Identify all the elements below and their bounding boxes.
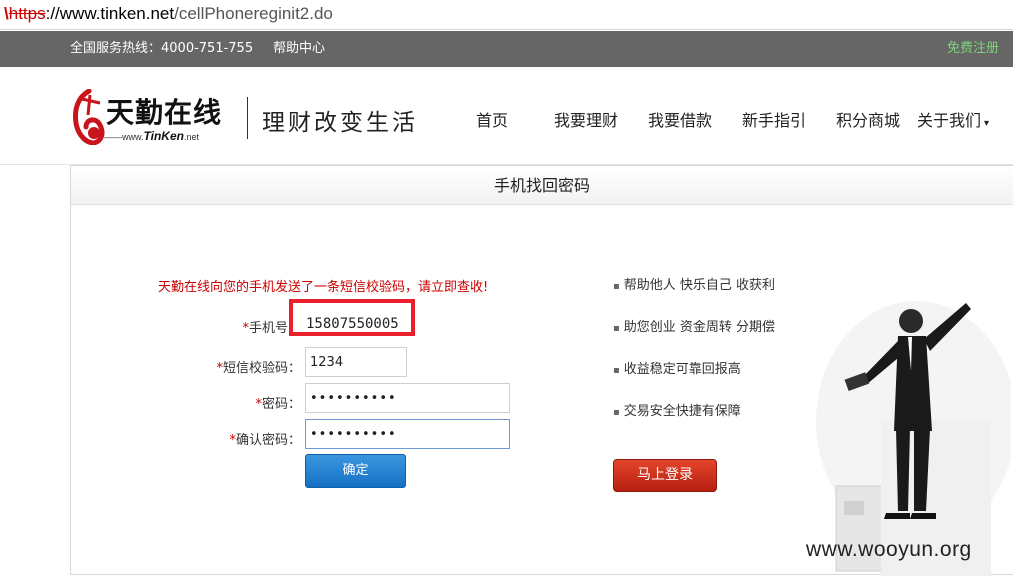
- highlight-box: [289, 299, 415, 336]
- nav-points-mall[interactable]: 积分商城: [836, 107, 900, 131]
- sms-code-input[interactable]: [305, 347, 407, 377]
- logo-domain-brand: TinKen: [143, 129, 184, 143]
- confirm-password-label-text: 确认密码：: [235, 433, 301, 448]
- bullet-icon: ▪: [613, 323, 620, 334]
- panel-title: 手机找回密码: [71, 166, 1013, 205]
- list-item: ▪ 收益稳定可靠回报高: [613, 358, 775, 400]
- benefits-list: ▪ 帮助他人 快乐自己 收获利 ▪ 助您创业 资金周转 分期偿 ▪ 收益稳定可靠回报高…: [613, 274, 775, 442]
- nav-invest[interactable]: 我要理财: [554, 107, 618, 131]
- sms-code-label-text: 短信校验码：: [222, 361, 301, 376]
- login-now-button[interactable]: 马上登录: [613, 459, 717, 492]
- service-hotline: 全国服务热线：4000-751-755: [70, 41, 254, 56]
- watermark: www.wooyun.org: [806, 538, 972, 561]
- password-label: *密码：: [181, 393, 301, 412]
- benefit-text: 交易安全快捷有保障: [623, 404, 741, 419]
- benefit-text: 助您创业 资金周转 分期偿: [623, 320, 776, 335]
- slogan: 理财改变生活: [262, 110, 418, 136]
- logo-divider: [247, 97, 248, 139]
- url-separator: ://: [45, 4, 60, 23]
- top-bar: 全国服务热线：4000-751-755 帮助中心 免费注册: [0, 31, 1013, 67]
- free-register-link[interactable]: 免费注册: [947, 31, 999, 67]
- nav-about-label: 关于我们: [917, 111, 982, 130]
- confirm-button[interactable]: 确定: [305, 454, 406, 488]
- nav-guide[interactable]: 新手指引: [742, 107, 806, 131]
- password-input[interactable]: [305, 383, 510, 413]
- benefit-text: 帮助他人 快乐自己 收获利: [623, 278, 776, 293]
- sms-notice: 天勤在线向您的手机发送了一条短信校验码，请立即查收!: [158, 280, 489, 295]
- bullet-icon: ▪: [613, 281, 620, 292]
- logo-domain: ——www.TinKen.net: [104, 129, 199, 143]
- logo-domain-suffix: .net: [183, 132, 199, 142]
- bullet-icon: ▪: [613, 365, 620, 376]
- nav-borrow[interactable]: 我要借款: [648, 107, 712, 131]
- url-host: www.tinken.net: [59, 4, 175, 23]
- sms-code-label: *短信校验码：: [181, 357, 301, 376]
- list-item: ▪ 交易安全快捷有保障: [613, 400, 775, 442]
- logo-text[interactable]: 天勤在线: [106, 91, 222, 131]
- businessman-illustration: [816, 301, 1011, 576]
- list-item: ▪ 帮助他人 快乐自己 收获利: [613, 274, 775, 316]
- phone-label: *手机号：: [181, 317, 301, 336]
- logo-seal-icon: [73, 89, 105, 145]
- nav-home[interactable]: 首页: [476, 107, 508, 131]
- nav-about-us[interactable]: 关于我们 ▾: [917, 107, 989, 131]
- benefit-text: 收益稳定可靠回报高: [623, 362, 741, 377]
- confirm-password-input[interactable]: [305, 419, 510, 449]
- list-item: ▪ 助您创业 资金周转 分期偿: [613, 316, 775, 358]
- logo-domain-prefix: www.: [122, 132, 144, 142]
- chevron-down-icon: ▾: [984, 118, 990, 129]
- password-label-text: 密码：: [261, 397, 301, 412]
- url-path: /cellPhonereginit2.do: [174, 4, 333, 23]
- password-recovery-panel: 手机找回密码 天勤在线向您的手机发送了一条短信校验码，请立即查收! *手机号： …: [70, 165, 1013, 576]
- address-bar[interactable]: \https://www.tinken.net/cellPhonereginit…: [0, 0, 1013, 30]
- site-header: 天勤在线 ——www.TinKen.net 理财改变生活 首页 我要理财 我要借…: [0, 67, 1013, 165]
- bullet-icon: ▪: [613, 407, 620, 418]
- url-scheme: https: [8, 4, 46, 23]
- help-center-link[interactable]: 帮助中心: [273, 31, 325, 67]
- confirm-password-label: *确认密码：: [181, 429, 301, 448]
